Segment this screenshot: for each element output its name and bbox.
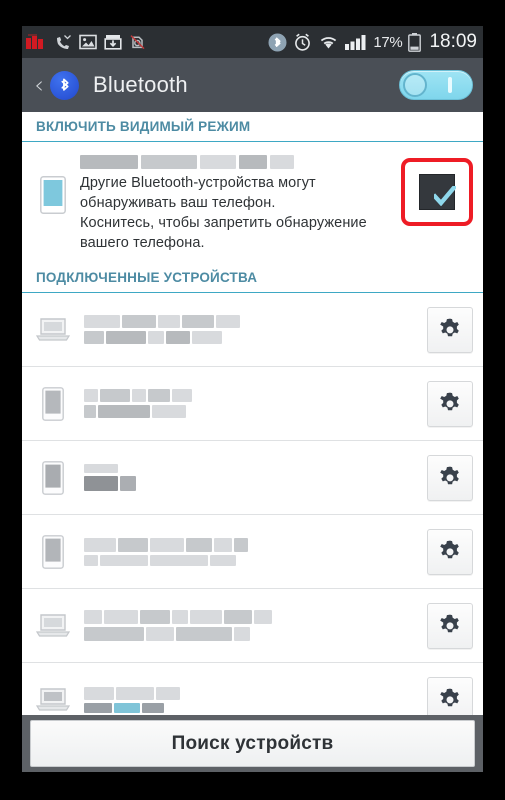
title-bar: ‹ Bluetooth: [22, 58, 483, 112]
back-chevron-icon[interactable]: ‹: [30, 72, 48, 98]
bluetooth-logo-icon: [50, 70, 79, 100]
gear-icon: [440, 318, 459, 336]
download-box-icon: [104, 35, 122, 50]
settings-content: ВКЛЮЧИТЬ ВИДИМЫЙ РЕЖИМ Другие Bluetooth-…: [22, 112, 483, 772]
wifi-icon: [321, 36, 337, 48]
device-icon-wrap: [34, 460, 72, 495]
device-settings-button[interactable]: [427, 454, 473, 501]
cellular-signal-icon: [345, 34, 366, 50]
device-name-redacted: [72, 686, 427, 713]
phone-icon: [42, 460, 64, 495]
visibility-row[interactable]: Другие Bluetooth-устройства могут обнару…: [22, 142, 483, 263]
visibility-section-header: ВКЛЮЧИТЬ ВИДИМЫЙ РЕЖИМ: [22, 112, 483, 142]
table-row[interactable]: [22, 515, 483, 589]
table-row[interactable]: [22, 589, 483, 663]
bluetooth-icon: [268, 33, 287, 51]
device-name-redacted: [72, 389, 427, 418]
laptop-icon: [36, 613, 70, 637]
page-title: Bluetooth: [93, 72, 188, 97]
gear-icon: [440, 614, 459, 632]
device-icon-wrap: [34, 386, 72, 421]
device-icon-wrap: [34, 687, 72, 713]
device-settings-button[interactable]: [427, 602, 473, 649]
table-row[interactable]: [22, 441, 483, 515]
visibility-description-line-2: обнаруживать ваш телефон.: [80, 195, 276, 211]
device-name-redacted: [72, 315, 427, 344]
status-bar-left-icons: [26, 33, 146, 51]
paired-devices-section-header: ПОДКЛЮЧЕННЫЕ УСТРОЙСТВА: [22, 263, 483, 293]
bottom-action-bar: Поиск устройств: [22, 715, 483, 772]
table-row[interactable]: [22, 293, 483, 367]
gear-icon: [440, 392, 459, 410]
battery-percent-label: 17%: [373, 33, 403, 51]
checkmark-icon: [434, 186, 456, 206]
device-icon-wrap: [34, 317, 72, 343]
phone-screen: 17% 18:09 ‹ Bluetooth ВКЛЮЧИТЬ ВИДИМЫЙ Р…: [0, 0, 505, 800]
visibility-checkbox-wrap[interactable]: [401, 158, 473, 226]
device-name-redacted: [72, 464, 427, 491]
visibility-description-line-1: Другие Bluetooth-устройства могут: [80, 175, 316, 191]
phone-icon: [42, 386, 64, 421]
device-name-redacted: [72, 537, 427, 566]
laptop-icon: [36, 687, 70, 711]
visibility-text-block: Другие Bluetooth-устройства могут обнару…: [72, 154, 401, 253]
toggle-knob: [403, 73, 427, 97]
laptop-icon: [36, 317, 70, 341]
phone-icon: [40, 176, 66, 214]
visibility-description-line-3: Коснитесь, чтобы запретить обнаружение: [80, 215, 367, 231]
device-name-redacted: [72, 610, 427, 641]
device-icon-wrap: [34, 534, 72, 569]
search-devices-button[interactable]: Поиск устройств: [30, 720, 475, 767]
no-sim-icon: [130, 35, 145, 50]
table-row[interactable]: [22, 367, 483, 441]
status-bar-right-icons: 17% 18:09: [268, 31, 477, 53]
clock-label: 18:09: [429, 31, 477, 52]
device-settings-button[interactable]: [427, 380, 473, 427]
device-settings-button[interactable]: [427, 528, 473, 575]
device-icon-wrap: [34, 613, 72, 639]
battery-icon: [408, 32, 422, 52]
visibility-description-line-4: вашего телефона.: [80, 235, 205, 251]
gallery-image-icon: [79, 34, 97, 50]
visibility-device-icon-wrap: [34, 154, 72, 214]
visibility-device-name-redacted: [80, 154, 397, 169]
missed-call-icon: [57, 35, 71, 49]
bluetooth-toggle[interactable]: [399, 70, 473, 100]
status-bar: 17% 18:09: [22, 26, 483, 58]
visibility-checkbox[interactable]: [419, 174, 456, 210]
gear-icon: [440, 540, 459, 558]
gear-icon: [440, 688, 459, 706]
toggle-on-bar: [448, 77, 452, 93]
carrier-signal-icon: [26, 33, 43, 49]
device-settings-button[interactable]: [427, 306, 473, 353]
phone-icon: [42, 534, 64, 569]
gear-icon: [440, 466, 459, 484]
alarm-clock-icon: [295, 33, 311, 51]
